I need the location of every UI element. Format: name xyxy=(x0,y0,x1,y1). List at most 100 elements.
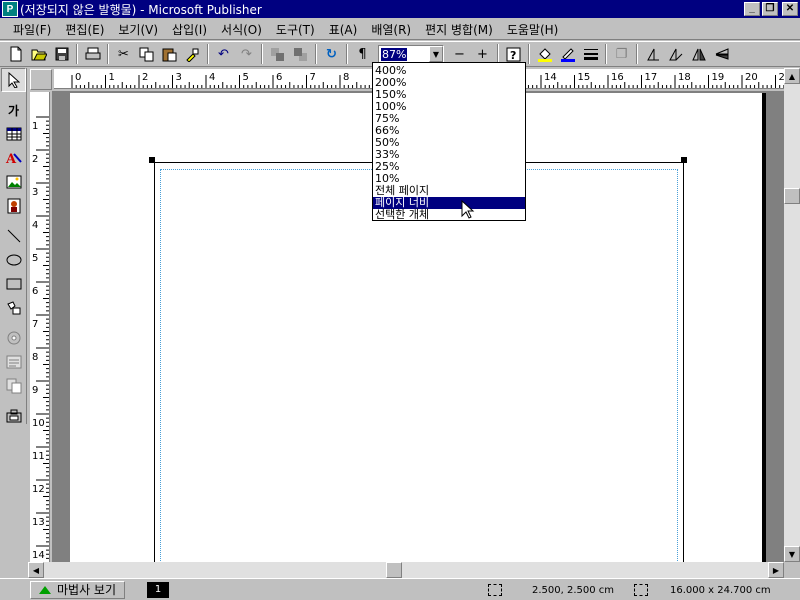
additional-tools-icon[interactable] xyxy=(1,404,26,428)
ruler-label: 1 xyxy=(109,72,115,83)
rotate-right-icon[interactable] xyxy=(664,43,687,65)
selection-handle-top-right[interactable] xyxy=(681,157,687,163)
paste-clipboard-icon[interactable] xyxy=(158,43,181,65)
caption-buttons: _ ❐ ✕ xyxy=(744,2,798,16)
wizard-triangle-icon xyxy=(39,585,51,594)
menu-insert[interactable]: 삽입(I) xyxy=(165,21,214,38)
html-code-tool-icon[interactable] xyxy=(1,350,26,374)
menu-view[interactable]: 보기(V) xyxy=(111,21,165,38)
scroll-up-arrow-icon[interactable]: ▲ xyxy=(784,68,800,84)
scroll-left-arrow-icon[interactable]: ◀ xyxy=(28,562,44,578)
margin-guide xyxy=(160,169,678,562)
ruler-label: 7 xyxy=(310,72,316,83)
vertical-scroll-thumb[interactable] xyxy=(784,188,800,204)
ruler-label: 8 xyxy=(343,72,349,83)
size-indicator: 16.000 x 24.700 cm xyxy=(634,582,771,598)
vertical-ruler[interactable]: 1 2 3 4 5 6 7 8 9 10 11 12 13 14 xyxy=(30,92,50,562)
open-folder-icon[interactable] xyxy=(27,43,50,65)
format-painter-icon[interactable] xyxy=(181,43,204,65)
custom-shapes-tool-icon[interactable] xyxy=(1,296,26,320)
status-bar: 마법사 보기 1 2.500, 2.500 cm 16.000 x 24.700… xyxy=(0,578,800,600)
flip-horizontal-icon[interactable] xyxy=(687,43,710,65)
menu-edit[interactable]: 편집(E) xyxy=(58,21,111,38)
pointer-tool-icon[interactable] xyxy=(1,68,26,92)
zoom-value: 87% xyxy=(381,47,408,61)
new-document-icon[interactable] xyxy=(4,43,27,65)
toolbar-separator xyxy=(605,44,607,64)
line-color-pen-icon[interactable] xyxy=(556,43,579,65)
menu-help[interactable]: 도움말(H) xyxy=(500,21,566,38)
oval-tool-icon[interactable] xyxy=(1,248,26,272)
menu-format[interactable]: 서식(O) xyxy=(214,21,269,38)
minimize-button[interactable]: _ xyxy=(744,2,760,16)
toolbar-separator xyxy=(107,44,109,64)
ruler-label: 4 xyxy=(209,72,215,83)
zoom-dropdown-list[interactable]: 400% 200% 150% 100% 75% 66% 50% 33% 25% 10% 전체 페이지… xyxy=(372,62,526,221)
clip-gallery-tool-icon[interactable] xyxy=(1,194,26,218)
toolbar-separator xyxy=(315,44,317,64)
line-weight-icon[interactable] xyxy=(579,43,602,65)
toolbar-separator xyxy=(636,44,638,64)
fill-color-bucket-icon[interactable] xyxy=(533,43,556,65)
horizontal-scrollbar[interactable]: ◀ ▶ xyxy=(28,562,784,578)
menu-table[interactable]: 표(A) xyxy=(322,21,365,38)
toolbar-separator xyxy=(528,44,530,64)
ruler-label: 18 xyxy=(678,72,691,83)
rotate-left-icon[interactable] xyxy=(641,43,664,65)
window-title: (저장되지 않은 발행물) - Microsoft Publisher xyxy=(20,2,262,17)
horizontal-scroll-thumb[interactable] xyxy=(386,562,402,578)
publisher-app-icon[interactable]: P xyxy=(2,1,18,17)
print-icon[interactable] xyxy=(81,43,104,65)
position-frame-icon xyxy=(488,584,502,596)
scroll-down-arrow-icon[interactable]: ▼ xyxy=(784,546,800,562)
text-frame-tool[interactable]: 가 xyxy=(1,98,26,122)
ruler-label: 16 xyxy=(611,72,624,83)
line-tool-icon[interactable] xyxy=(1,224,26,248)
show-special-characters-button[interactable]: ¶ xyxy=(351,43,374,65)
close-button[interactable]: ✕ xyxy=(782,2,798,16)
rotate-icon[interactable]: ↻ xyxy=(320,43,343,65)
undo-icon[interactable]: ↶ xyxy=(212,43,235,65)
restore-button[interactable]: ❐ xyxy=(762,2,778,16)
menu-mail-merge[interactable]: 편지 병합(M) xyxy=(418,21,500,38)
ruler-label: 12 xyxy=(32,484,45,495)
menu-bar: 파일(F) 편집(E) 보기(V) 삽입(I) 서식(O) 도구(T) 표(A)… xyxy=(0,19,800,40)
redo-icon[interactable]: ↷ xyxy=(235,43,258,65)
ruler-label: 13 xyxy=(32,517,45,528)
show-wizard-button[interactable]: 마법사 보기 xyxy=(30,580,126,599)
picture-frame-tool-icon[interactable] xyxy=(1,170,26,194)
cut-scissors-icon[interactable]: ✂ xyxy=(112,43,135,65)
title-bar: P (저장되지 않은 발행물) - Microsoft Publisher _ … xyxy=(0,0,800,18)
page-navigator-button[interactable]: 1 xyxy=(147,581,170,598)
scroll-right-arrow-icon[interactable]: ▶ xyxy=(768,562,784,578)
flip-vertical-icon[interactable] xyxy=(710,43,733,65)
toolbar-separator xyxy=(346,44,348,64)
menu-arrange[interactable]: 배열(R) xyxy=(364,21,418,38)
ruler-corner[interactable] xyxy=(30,69,52,90)
bring-to-front-icon[interactable] xyxy=(266,43,289,65)
ruler-label: 9 xyxy=(32,385,38,396)
rectangle-tool-icon[interactable] xyxy=(1,272,26,296)
design-gallery-tool-icon[interactable] xyxy=(1,374,26,398)
ruler-label: 4 xyxy=(32,220,38,231)
shadow-icon[interactable]: ❐ xyxy=(610,43,633,65)
wizard-label: 마법사 보기 xyxy=(57,583,117,597)
table-tool-icon[interactable] xyxy=(1,122,26,146)
ruler-label: 8 xyxy=(32,352,38,363)
text-tool-label: 가 xyxy=(7,103,20,118)
save-disk-icon[interactable] xyxy=(50,43,73,65)
ruler-label: 11 xyxy=(32,451,45,462)
copy-icon[interactable] xyxy=(135,43,158,65)
zoom-combobox[interactable]: 87% ▼ xyxy=(378,45,444,63)
wordart-tool-icon[interactable]: A xyxy=(1,146,26,170)
menu-tools[interactable]: 도구(T) xyxy=(269,21,322,38)
menu-file[interactable]: 파일(F) xyxy=(6,21,58,38)
ruler-label: 14 xyxy=(544,72,557,83)
form-control-tool-icon[interactable] xyxy=(1,326,26,350)
ruler-label: 6 xyxy=(276,72,282,83)
vertical-scrollbar[interactable]: ▲ ▼ xyxy=(784,68,800,562)
zoom-option[interactable]: 선택한 개체 xyxy=(373,209,525,221)
zoom-dropdown-arrow-icon[interactable]: ▼ xyxy=(429,46,443,62)
send-to-back-icon[interactable] xyxy=(289,43,312,65)
selection-handle-top-left[interactable] xyxy=(149,157,155,163)
